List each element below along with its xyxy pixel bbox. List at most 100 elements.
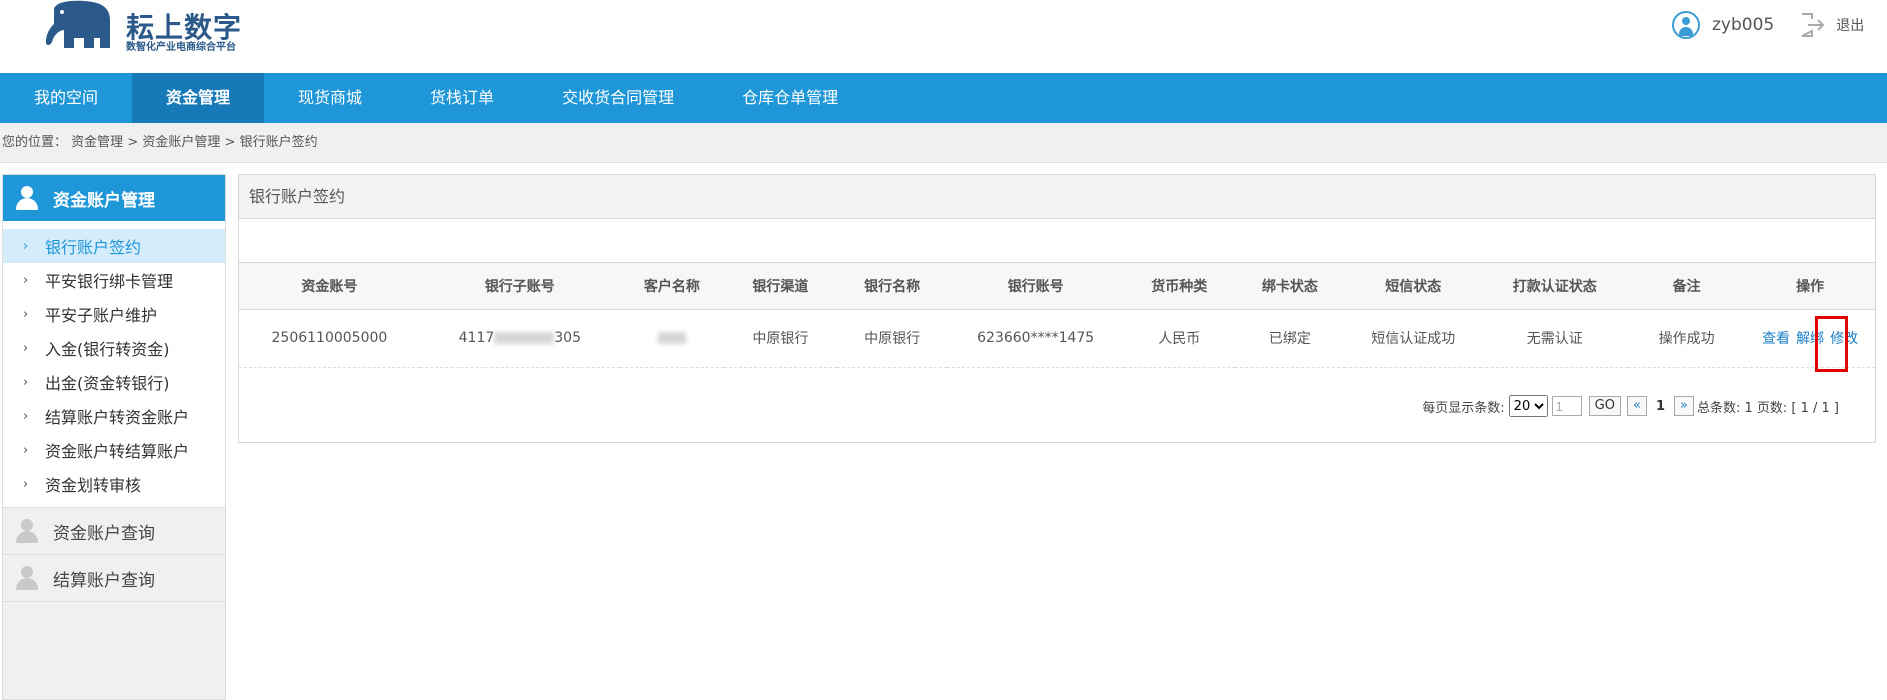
sub-account-suffix: 305 xyxy=(554,330,581,346)
sidebar-header-label: 资金账户管理 xyxy=(53,190,155,211)
chevron-right-icon: › xyxy=(23,272,29,288)
bank-account-table: 资金账号 银行子账号 客户名称 银行渠道 银行名称 银行账号 货币种类 绑卡状态… xyxy=(239,263,1875,368)
bank-account-cell: 623660****1475 xyxy=(947,309,1124,368)
sidebar-item-withdraw[interactable]: › 出金(资金转银行) xyxy=(3,365,225,399)
current-page: 1 xyxy=(1655,398,1665,414)
sidebar-item-label: 出金(资金转银行) xyxy=(45,374,170,393)
table-header-row: 资金账号 银行子账号 客户名称 银行渠道 银行名称 银行账号 货币种类 绑卡状态… xyxy=(239,263,1875,310)
column-header: 银行渠道 xyxy=(724,263,837,310)
chevron-right-icon: › xyxy=(23,306,29,322)
user-area: zyb005 退出 xyxy=(1672,10,1864,40)
fund-account-cell: 2506110005000 xyxy=(239,309,420,368)
sidebar-item-pingan-sub-account[interactable]: › 平安子账户维护 xyxy=(3,297,225,331)
page-size-label: 每页显示条数: xyxy=(1422,400,1505,416)
chevron-right-icon: › xyxy=(23,340,29,356)
nav-item-warehouse-orders[interactable]: 货栈订单 xyxy=(396,73,528,123)
elephant-logo-icon xyxy=(46,0,110,48)
breadcrumb-separator: > xyxy=(127,135,139,150)
username: zyb005 xyxy=(1712,15,1775,35)
panel-toolbar xyxy=(239,219,1875,263)
sidebar-item-bank-account-signing[interactable]: › 银行账户签约 xyxy=(3,229,225,263)
sidebar-item-pingan-card-binding[interactable]: › 平安银行绑卡管理 xyxy=(3,263,225,297)
sub-account-cell: 4117 305 xyxy=(419,309,620,368)
redacted-mask xyxy=(657,332,686,344)
breadcrumb-prefix: 您的位置： xyxy=(2,135,68,150)
logout-button[interactable]: 退出 xyxy=(1836,15,1864,35)
pagination: 每页显示条数: 20 GO « 1 » 总条数: 1 页数: [ 1 / 1 ] xyxy=(1422,395,1839,417)
chevron-right-icon: › xyxy=(23,374,29,390)
column-header: 短信状态 xyxy=(1345,263,1482,310)
sidebar-item-label: 资金划转审核 xyxy=(45,476,142,495)
sidebar-item-transfer-review[interactable]: › 资金划转审核 xyxy=(3,467,225,501)
column-header: 银行子账号 xyxy=(419,263,620,310)
chevron-right-icon: › xyxy=(23,476,29,492)
person-icon xyxy=(15,518,39,544)
total-summary: 总条数: 1 页数: [ 1 / 1 ] xyxy=(1696,400,1839,416)
remark-cell: 操作成功 xyxy=(1628,309,1746,368)
breadcrumb-item-bank-account-signing[interactable]: 银行账户签约 xyxy=(240,135,318,150)
bank-signing-panel: 银行账户签约 资金账号 银行子账号 客户名称 银行渠道 银行名称 银行账号 货币… xyxy=(238,174,1876,443)
column-header: 绑卡状态 xyxy=(1234,263,1346,310)
user-avatar-icon xyxy=(1672,11,1700,39)
sidebar-item-fund-to-settlement[interactable]: › 资金账户转结算账户 xyxy=(3,433,225,467)
view-link[interactable]: 查看 xyxy=(1762,331,1790,347)
logo-subtitle: 数智化产业电商综合平台 xyxy=(126,42,236,53)
sidebar: 资金账户管理 › 银行账户签约 › 平安银行绑卡管理 › 平安子账户维护 › 入… xyxy=(2,174,226,700)
actions-cell: 查看 解绑 修改 xyxy=(1745,309,1875,368)
sidebar-item-label: 入金(银行转资金) xyxy=(45,340,170,359)
redacted-mask xyxy=(494,332,555,344)
sidebar-item-label: 平安银行绑卡管理 xyxy=(45,272,174,291)
page-size-select[interactable]: 20 xyxy=(1508,395,1548,417)
table-row: 2506110005000 4117 305 中原银行 中原银行 623660**… xyxy=(239,309,1875,368)
nav-item-warehouse-receipts[interactable]: 仓库仓单管理 xyxy=(708,73,872,123)
sidebar-item-label: 平安子账户维护 xyxy=(45,306,158,325)
bank-name-cell: 中原银行 xyxy=(836,309,948,368)
chevron-right-icon: › xyxy=(23,238,29,254)
sidebar-group-settlement-account-query[interactable]: 结算账户查询 xyxy=(3,555,225,602)
currency-cell: 人民币 xyxy=(1123,309,1235,368)
sidebar-group-fund-account-query[interactable]: 资金账户查询 xyxy=(3,508,225,555)
column-header: 银行账号 xyxy=(947,263,1124,310)
chevron-right-icon: › xyxy=(23,442,29,458)
bank-channel-cell: 中原银行 xyxy=(724,309,837,368)
person-icon xyxy=(15,185,39,211)
bind-status-cell: 已绑定 xyxy=(1234,309,1346,368)
sub-account-prefix: 4117 xyxy=(458,330,495,346)
breadcrumb-separator: > xyxy=(224,135,236,150)
sidebar-group-label: 资金账户查询 xyxy=(53,523,155,544)
sidebar-list: › 银行账户签约 › 平安银行绑卡管理 › 平安子账户维护 › 入金(银行转资金… xyxy=(3,221,225,508)
sms-status-cell: 短信认证成功 xyxy=(1345,309,1482,368)
column-header: 客户名称 xyxy=(619,263,725,310)
sidebar-item-label: 银行账户签约 xyxy=(45,238,142,257)
nav-item-my-space[interactable]: 我的空间 xyxy=(0,73,132,123)
next-page-button[interactable]: » xyxy=(1674,396,1694,416)
main-nav: 我的空间 资金管理 现货商城 货栈订单 交收货合同管理 仓库仓单管理 xyxy=(0,73,1887,123)
sidebar-group-label: 结算账户查询 xyxy=(53,570,155,591)
go-button[interactable]: GO xyxy=(1588,396,1621,416)
sidebar-item-label: 结算账户转资金账户 xyxy=(45,408,190,427)
logout-icon[interactable] xyxy=(1798,11,1826,39)
page-number-input[interactable] xyxy=(1551,396,1582,416)
sidebar-header-fund-account-management[interactable]: 资金账户管理 xyxy=(3,175,225,221)
column-header: 操作 xyxy=(1745,263,1875,310)
breadcrumb-item-fund-management[interactable]: 资金管理 xyxy=(71,135,123,150)
panel-title: 银行账户签约 xyxy=(239,175,1875,219)
nav-item-spot-mall[interactable]: 现货商城 xyxy=(264,73,396,123)
nav-item-fund-management[interactable]: 资金管理 xyxy=(132,73,265,123)
sidebar-item-settlement-to-fund[interactable]: › 结算账户转资金账户 xyxy=(3,399,225,433)
payment-auth-status-cell: 无需认证 xyxy=(1481,309,1629,368)
prev-page-button[interactable]: « xyxy=(1626,396,1647,416)
column-header: 货币种类 xyxy=(1123,263,1235,310)
column-header: 备注 xyxy=(1628,263,1746,310)
sidebar-item-deposit[interactable]: › 入金(银行转资金) xyxy=(3,331,225,365)
highlight-box xyxy=(1815,316,1848,372)
header: 耘上数字 数智化产业电商综合平台 zyb005 退出 xyxy=(0,0,1887,73)
nav-item-delivery-contracts[interactable]: 交收货合同管理 xyxy=(528,73,708,123)
logo[interactable]: 耘上数字 数智化产业电商综合平台 xyxy=(40,0,250,58)
breadcrumb: 您的位置： 资金管理 > 资金账户管理 > 银行账户签约 xyxy=(0,123,1887,163)
chevron-right-icon: › xyxy=(23,408,29,424)
column-header: 资金账号 xyxy=(239,263,420,310)
column-header: 打款认证状态 xyxy=(1481,263,1629,310)
breadcrumb-item-fund-account-management[interactable]: 资金账户管理 xyxy=(142,135,220,150)
customer-name-cell xyxy=(619,309,725,368)
